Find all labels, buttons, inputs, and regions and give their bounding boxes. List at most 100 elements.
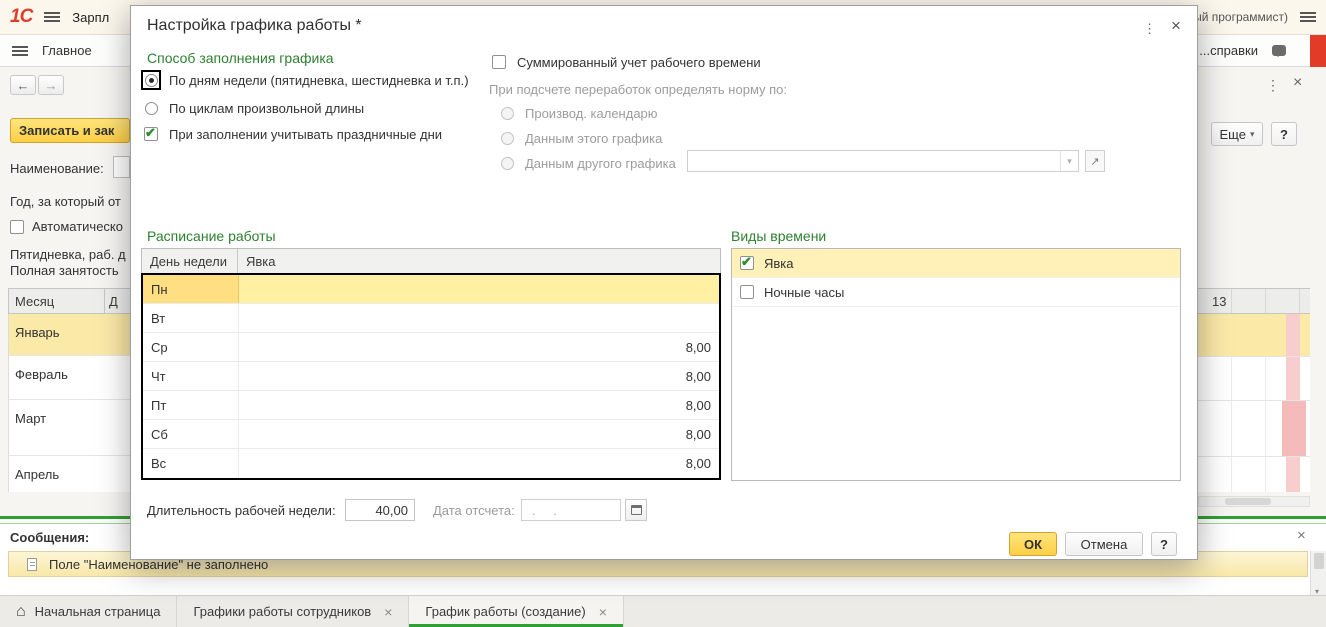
- time-type-night[interactable]: Ночные часы: [732, 278, 1180, 307]
- message-item-icon: [27, 557, 37, 571]
- service-red-panel: [1310, 35, 1326, 67]
- window-menu-icon[interactable]: [1300, 11, 1316, 23]
- day-cell[interactable]: Пн: [143, 275, 239, 303]
- schedule-row-mon[interactable]: Пн: [143, 275, 719, 304]
- more-button-label: Еще: [1219, 126, 1246, 142]
- time-type-attendance[interactable]: Явка: [732, 249, 1180, 278]
- day-cell[interactable]: Пт: [143, 391, 239, 419]
- more-button[interactable]: Еще ▾: [1211, 122, 1263, 146]
- summary-checkbox-row[interactable]: Суммированный учет рабочего времени: [489, 52, 761, 72]
- radio-icon: [500, 106, 514, 120]
- dialog-close-icon[interactable]: ×: [1171, 16, 1181, 36]
- value-cell[interactable]: 8,00: [239, 449, 719, 478]
- scrollbar-thumb[interactable]: [1314, 553, 1324, 569]
- month-row-february[interactable]: Февраль: [9, 356, 130, 400]
- app-window: 1С Зарпл ...ный программист) Главное ...…: [0, 0, 1326, 627]
- radio-slot: [497, 128, 517, 148]
- radio-label: Производ. календарю: [525, 105, 658, 121]
- open-button: ↗: [1085, 150, 1105, 172]
- schedule-row-fri[interactable]: Пт 8,00: [143, 391, 719, 420]
- radio-by-weekdays[interactable]: По дням недели (пятидневка, шестидневка …: [141, 70, 469, 90]
- open-icon: ↗: [1090, 155, 1100, 168]
- form-close-icon[interactable]: ×: [1293, 74, 1302, 92]
- open-windows-tabbar: ⌂ Начальная страница Графики работы сотр…: [0, 595, 1326, 627]
- radio-label: Данным этого графика: [525, 130, 663, 146]
- schedule-table: День недели Явка Пн Вт Ср 8,00 Чт 8,00 П…: [141, 248, 721, 480]
- value-cell[interactable]: 8,00: [239, 333, 719, 361]
- day-cell[interactable]: Вт: [143, 304, 239, 332]
- chevron-down-icon: ▾: [1249, 128, 1255, 139]
- value-cell[interactable]: [239, 304, 719, 332]
- form-kebab-icon[interactable]: ⋮: [1266, 77, 1280, 94]
- norm-label: При подсчете переработок определять норм…: [489, 82, 788, 97]
- day-cell[interactable]: Ср: [143, 333, 239, 361]
- value-cell[interactable]: [239, 275, 719, 303]
- auto-update-checkbox[interactable]: [10, 219, 24, 234]
- radio-icon[interactable]: [144, 73, 158, 87]
- nav-forward-button[interactable]: →: [38, 75, 64, 95]
- schedule-row-sun[interactable]: Вс 8,00: [143, 449, 719, 478]
- 1c-logo: 1С: [10, 6, 33, 27]
- calendar-picker-button[interactable]: [625, 499, 647, 521]
- month-row-march[interactable]: Март: [9, 400, 130, 456]
- menu-item-help[interactable]: ...справки: [1199, 43, 1258, 58]
- holidays-checkbox[interactable]: [144, 125, 158, 141]
- day-cell[interactable]: Чт: [143, 362, 239, 390]
- tab-schedule-new[interactable]: График работы (создание) ×: [409, 596, 624, 627]
- tab-close-icon[interactable]: ×: [599, 604, 607, 620]
- radio-icon: [500, 131, 514, 145]
- row-divider: [1198, 456, 1310, 457]
- auto-update-row: Автоматическо: [10, 219, 123, 234]
- week-length-input[interactable]: 40,00: [345, 499, 415, 521]
- value-cell[interactable]: 8,00: [239, 391, 719, 419]
- app-title: Зарпл: [72, 9, 110, 25]
- tab-home[interactable]: ⌂ Начальная страница: [0, 596, 178, 627]
- radio-label: По дням недели (пятидневка, шестидневка …: [169, 72, 469, 88]
- value-cell[interactable]: 8,00: [239, 362, 719, 390]
- schedule-row-tue[interactable]: Вт: [143, 304, 719, 333]
- summary-checkbox[interactable]: [492, 55, 506, 69]
- schedule-row-thu[interactable]: Чт 8,00: [143, 362, 719, 391]
- time-type-label: Явка: [764, 255, 794, 271]
- time-type-checkbox[interactable]: [740, 285, 754, 299]
- radio-icon[interactable]: [144, 101, 158, 115]
- form-help-button[interactable]: ?: [1271, 122, 1297, 146]
- vertical-scrollbar[interactable]: ▾: [1310, 551, 1326, 596]
- radio-icon: [500, 156, 514, 170]
- month-row-april[interactable]: Апрель: [9, 456, 130, 492]
- day-cell[interactable]: Вс: [143, 449, 239, 478]
- sections-menu-icon[interactable]: [12, 45, 28, 57]
- combobox-dropdown-icon: ▾: [1060, 151, 1078, 171]
- nav-back-button[interactable]: ←: [10, 75, 36, 95]
- holidays-checkbox-row[interactable]: При заполнении учитывать праздничные дни: [141, 124, 442, 144]
- save-and-close-button[interactable]: Записать и зак: [10, 118, 130, 143]
- dialog-help-button[interactable]: ?: [1151, 532, 1177, 556]
- col-attendance-header: Явка: [246, 253, 276, 269]
- menu-item-main[interactable]: Главное: [42, 43, 92, 58]
- row-divider: [1198, 400, 1310, 401]
- schedule-row-wed[interactable]: Ср 8,00: [143, 333, 719, 362]
- scrollbar-thumb[interactable]: [1225, 498, 1271, 505]
- name-input[interactable]: [113, 156, 130, 178]
- schedule-table-header: День недели Явка: [141, 248, 721, 274]
- dialog-title: Настройка графика работы *: [147, 17, 362, 34]
- radio-slot: [497, 153, 517, 173]
- time-type-label: Ночные часы: [764, 284, 845, 300]
- time-type-checkbox[interactable]: [740, 254, 754, 270]
- day-cell[interactable]: Сб: [143, 420, 239, 448]
- radio-by-cycles[interactable]: По циклам произвольной длины: [141, 98, 364, 118]
- main-menu-icon[interactable]: [44, 11, 61, 23]
- schedule-row-sat[interactable]: Сб 8,00: [143, 420, 719, 449]
- discussions-icon[interactable]: [1272, 45, 1286, 57]
- ok-button[interactable]: ОК: [1009, 532, 1057, 556]
- tab-schedules-list[interactable]: Графики работы сотрудников ×: [177, 596, 410, 627]
- tab-close-icon[interactable]: ×: [384, 604, 392, 620]
- messages-close-icon[interactable]: ×: [1297, 527, 1306, 544]
- dialog-kebab-icon[interactable]: ⋮: [1143, 21, 1156, 37]
- value-cell[interactable]: 8,00: [239, 420, 719, 448]
- other-schedule-combobox: ▾: [687, 150, 1079, 172]
- horizontal-scrollbar[interactable]: [1198, 496, 1310, 507]
- month-row-january[interactable]: Январь: [9, 314, 130, 356]
- cancel-button[interactable]: Отмена: [1065, 532, 1143, 556]
- start-date-input[interactable]: . .: [521, 499, 621, 521]
